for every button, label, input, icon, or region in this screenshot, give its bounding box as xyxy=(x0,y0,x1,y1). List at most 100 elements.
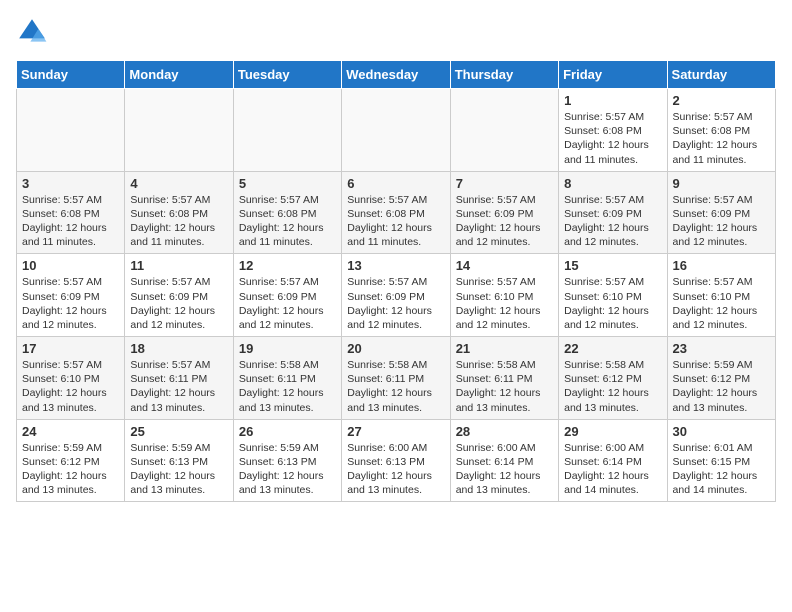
day-info: Sunrise: 5:57 AM Sunset: 6:08 PM Dayligh… xyxy=(564,110,661,167)
day-info: Sunrise: 5:57 AM Sunset: 6:09 PM Dayligh… xyxy=(130,275,227,332)
day-info: Sunrise: 5:57 AM Sunset: 6:08 PM Dayligh… xyxy=(130,193,227,250)
day-number: 11 xyxy=(130,258,227,273)
calendar-table: SundayMondayTuesdayWednesdayThursdayFrid… xyxy=(16,60,776,502)
weekday-header-monday: Monday xyxy=(125,61,233,89)
day-info: Sunrise: 5:57 AM Sunset: 6:08 PM Dayligh… xyxy=(347,193,444,250)
calendar-cell xyxy=(233,89,341,172)
day-number: 4 xyxy=(130,176,227,191)
calendar-cell xyxy=(342,89,450,172)
day-info: Sunrise: 5:58 AM Sunset: 6:11 PM Dayligh… xyxy=(347,358,444,415)
calendar-cell: 12 Sunrise: 5:57 AM Sunset: 6:09 PM Dayli… xyxy=(233,254,341,337)
day-info: Sunrise: 5:57 AM Sunset: 6:09 PM Dayligh… xyxy=(347,275,444,332)
calendar-cell: 14 Sunrise: 5:57 AM Sunset: 6:10 PM Dayli… xyxy=(450,254,558,337)
calendar-cell: 19 Sunrise: 5:58 AM Sunset: 6:11 PM Dayli… xyxy=(233,337,341,420)
day-info: Sunrise: 6:01 AM Sunset: 6:15 PM Dayligh… xyxy=(673,441,770,498)
weekday-header-thursday: Thursday xyxy=(450,61,558,89)
page-header xyxy=(16,16,776,48)
day-info: Sunrise: 5:59 AM Sunset: 6:13 PM Dayligh… xyxy=(130,441,227,498)
calendar-cell: 13 Sunrise: 5:57 AM Sunset: 6:09 PM Dayli… xyxy=(342,254,450,337)
calendar-cell: 9 Sunrise: 5:57 AM Sunset: 6:09 PM Daylig… xyxy=(667,171,775,254)
day-number: 19 xyxy=(239,341,336,356)
weekday-header-friday: Friday xyxy=(559,61,667,89)
calendar-cell: 18 Sunrise: 5:57 AM Sunset: 6:11 PM Dayli… xyxy=(125,337,233,420)
calendar-cell: 21 Sunrise: 5:58 AM Sunset: 6:11 PM Dayli… xyxy=(450,337,558,420)
day-info: Sunrise: 5:58 AM Sunset: 6:11 PM Dayligh… xyxy=(239,358,336,415)
logo-icon xyxy=(16,16,48,48)
calendar-cell: 11 Sunrise: 5:57 AM Sunset: 6:09 PM Dayli… xyxy=(125,254,233,337)
day-number: 10 xyxy=(22,258,119,273)
day-info: Sunrise: 6:00 AM Sunset: 6:14 PM Dayligh… xyxy=(564,441,661,498)
day-info: Sunrise: 5:57 AM Sunset: 6:09 PM Dayligh… xyxy=(564,193,661,250)
day-number: 18 xyxy=(130,341,227,356)
weekday-header-wednesday: Wednesday xyxy=(342,61,450,89)
day-info: Sunrise: 5:58 AM Sunset: 6:11 PM Dayligh… xyxy=(456,358,553,415)
day-info: Sunrise: 5:57 AM Sunset: 6:10 PM Dayligh… xyxy=(673,275,770,332)
day-info: Sunrise: 5:57 AM Sunset: 6:09 PM Dayligh… xyxy=(456,193,553,250)
day-info: Sunrise: 5:57 AM Sunset: 6:08 PM Dayligh… xyxy=(239,193,336,250)
day-number: 26 xyxy=(239,424,336,439)
day-number: 27 xyxy=(347,424,444,439)
day-info: Sunrise: 5:57 AM Sunset: 6:10 PM Dayligh… xyxy=(564,275,661,332)
calendar-cell: 22 Sunrise: 5:58 AM Sunset: 6:12 PM Dayli… xyxy=(559,337,667,420)
day-info: Sunrise: 5:57 AM Sunset: 6:09 PM Dayligh… xyxy=(22,275,119,332)
day-number: 14 xyxy=(456,258,553,273)
day-info: Sunrise: 5:59 AM Sunset: 6:12 PM Dayligh… xyxy=(22,441,119,498)
day-info: Sunrise: 5:57 AM Sunset: 6:10 PM Dayligh… xyxy=(456,275,553,332)
day-number: 24 xyxy=(22,424,119,439)
day-info: Sunrise: 5:57 AM Sunset: 6:09 PM Dayligh… xyxy=(239,275,336,332)
calendar-cell xyxy=(125,89,233,172)
calendar-cell: 1Sunrise: 5:57 AM Sunset: 6:08 PM Daylig… xyxy=(559,89,667,172)
day-number: 9 xyxy=(673,176,770,191)
weekday-header-saturday: Saturday xyxy=(667,61,775,89)
calendar-cell: 25 Sunrise: 5:59 AM Sunset: 6:13 PM Dayli… xyxy=(125,419,233,502)
day-info: Sunrise: 5:57 AM Sunset: 6:08 PM Dayligh… xyxy=(22,193,119,250)
calendar-cell: 26 Sunrise: 5:59 AM Sunset: 6:13 PM Dayli… xyxy=(233,419,341,502)
calendar-cell: 20 Sunrise: 5:58 AM Sunset: 6:11 PM Dayli… xyxy=(342,337,450,420)
calendar-cell: 29 Sunrise: 6:00 AM Sunset: 6:14 PM Dayli… xyxy=(559,419,667,502)
calendar-cell: 30 Sunrise: 6:01 AM Sunset: 6:15 PM Dayli… xyxy=(667,419,775,502)
calendar-cell: 23 Sunrise: 5:59 AM Sunset: 6:12 PM Dayli… xyxy=(667,337,775,420)
day-info: Sunrise: 5:57 AM Sunset: 6:10 PM Dayligh… xyxy=(22,358,119,415)
day-number: 8 xyxy=(564,176,661,191)
day-number: 13 xyxy=(347,258,444,273)
day-info: Sunrise: 6:00 AM Sunset: 6:14 PM Dayligh… xyxy=(456,441,553,498)
day-info: Sunrise: 5:57 AM Sunset: 6:11 PM Dayligh… xyxy=(130,358,227,415)
day-number: 29 xyxy=(564,424,661,439)
day-info: Sunrise: 5:57 AM Sunset: 6:08 PM Dayligh… xyxy=(673,110,770,167)
day-info: Sunrise: 5:59 AM Sunset: 6:12 PM Dayligh… xyxy=(673,358,770,415)
calendar-cell: 8 Sunrise: 5:57 AM Sunset: 6:09 PM Daylig… xyxy=(559,171,667,254)
calendar-cell: 3 Sunrise: 5:57 AM Sunset: 6:08 PM Daylig… xyxy=(17,171,125,254)
calendar-cell xyxy=(17,89,125,172)
day-number: 22 xyxy=(564,341,661,356)
day-number: 21 xyxy=(456,341,553,356)
calendar-cell: 27 Sunrise: 6:00 AM Sunset: 6:13 PM Dayli… xyxy=(342,419,450,502)
calendar-cell: 17 Sunrise: 5:57 AM Sunset: 6:10 PM Dayli… xyxy=(17,337,125,420)
day-number: 25 xyxy=(130,424,227,439)
calendar-cell: 16Sunrise: 5:57 AM Sunset: 6:10 PM Dayli… xyxy=(667,254,775,337)
calendar-cell: 4 Sunrise: 5:57 AM Sunset: 6:08 PM Daylig… xyxy=(125,171,233,254)
calendar-cell: 7 Sunrise: 5:57 AM Sunset: 6:09 PM Daylig… xyxy=(450,171,558,254)
day-info: Sunrise: 5:58 AM Sunset: 6:12 PM Dayligh… xyxy=(564,358,661,415)
calendar-cell: 2 Sunrise: 5:57 AM Sunset: 6:08 PM Daylig… xyxy=(667,89,775,172)
day-number: 30 xyxy=(673,424,770,439)
day-number: 2 xyxy=(673,93,770,108)
day-info: Sunrise: 5:57 AM Sunset: 6:09 PM Dayligh… xyxy=(673,193,770,250)
day-info: Sunrise: 5:59 AM Sunset: 6:13 PM Dayligh… xyxy=(239,441,336,498)
day-number: 3 xyxy=(22,176,119,191)
calendar-cell: 6 Sunrise: 5:57 AM Sunset: 6:08 PM Daylig… xyxy=(342,171,450,254)
calendar-cell: 10 Sunrise: 5:57 AM Sunset: 6:09 PM Dayli… xyxy=(17,254,125,337)
day-number: 20 xyxy=(347,341,444,356)
calendar-cell: 28Sunrise: 6:00 AM Sunset: 6:14 PM Dayli… xyxy=(450,419,558,502)
weekday-header-sunday: Sunday xyxy=(17,61,125,89)
day-info: Sunrise: 6:00 AM Sunset: 6:13 PM Dayligh… xyxy=(347,441,444,498)
calendar-cell: 15Sunrise: 5:57 AM Sunset: 6:10 PM Dayli… xyxy=(559,254,667,337)
day-number: 23 xyxy=(673,341,770,356)
day-number: 7 xyxy=(456,176,553,191)
day-number: 6 xyxy=(347,176,444,191)
day-number: 12 xyxy=(239,258,336,273)
calendar-cell: 24 Sunrise: 5:59 AM Sunset: 6:12 PM Dayli… xyxy=(17,419,125,502)
day-number: 17 xyxy=(22,341,119,356)
day-number: 5 xyxy=(239,176,336,191)
calendar-cell xyxy=(450,89,558,172)
logo xyxy=(16,16,52,48)
